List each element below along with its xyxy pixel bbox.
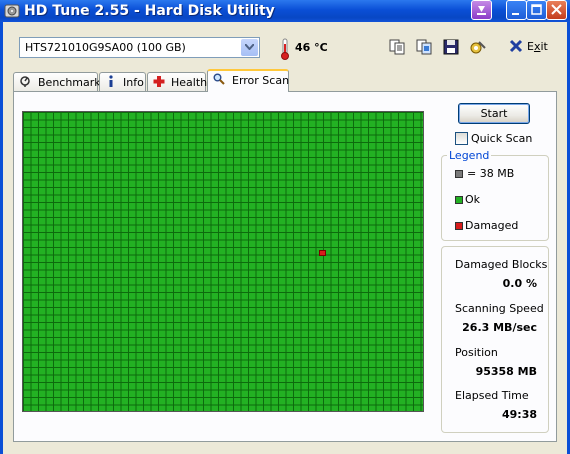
tab-error-scan[interactable]: Error Scan [207,69,289,92]
elapsed-time-value: 49:38 [501,408,537,421]
tray-button[interactable] [471,0,492,20]
tab-info[interactable]: Info [99,72,146,91]
scanning-speed-label: Scanning Speed [455,302,544,315]
position-value: 95358 MB [475,365,537,378]
damaged-blocks-value: 0.0 % [502,277,537,290]
start-button-label: Start [480,107,508,120]
window-frame-left [0,22,3,454]
stats-group [441,246,549,433]
tab-benchmark[interactable]: Benchmark [13,72,101,91]
quick-scan-checkbox[interactable] [455,132,468,145]
toolbar: HTS721010G9SA00 (100 GB) 46 °C Exit [3,22,567,72]
scan-block-map [22,111,424,412]
minimize-icon [512,13,519,15]
save-icon[interactable] [443,39,459,55]
window-title: HD Tune 2.55 - Hard Disk Utility [24,3,275,19]
tab-health[interactable]: Health [147,72,208,91]
app-disk-icon [4,4,20,18]
tab-error-scan-label: Error Scan [232,74,290,87]
close-button[interactable] [546,0,567,20]
ok-swatch [455,196,463,204]
maximize-icon [531,4,542,15]
copy-text-icon[interactable] [389,39,405,55]
options-icon[interactable] [470,39,486,55]
down-arrow-icon [477,6,486,15]
info-icon [109,75,113,87]
copy-screenshot-icon[interactable] [416,39,432,55]
minimize-button[interactable] [506,0,527,20]
tab-info-label: Info [123,76,144,89]
window-bottom [3,443,567,454]
block-size-swatch [455,170,463,178]
health-icon [153,76,165,87]
drive-dropdown-button[interactable] [241,39,258,56]
close-icon [551,4,562,15]
drive-select-value: HTS721010G9SA00 (100 GB) [25,41,186,54]
damaged-block [319,250,326,256]
magnifier-icon [213,73,225,85]
elapsed-time-label: Elapsed Time [455,389,529,402]
scanning-speed-value: 26.3 MB/sec [462,321,537,334]
legend-title: Legend [447,149,492,162]
damaged-blocks-label: Damaged Blocks [455,258,548,271]
thermometer-icon [281,38,289,60]
legend-ok: Ok [465,193,481,206]
tab-benchmark-label: Benchmark [38,76,101,89]
start-button[interactable]: Start [458,103,530,124]
drive-select[interactable]: HTS721010G9SA00 (100 GB) [19,37,260,58]
chevron-down-icon [245,44,254,50]
damaged-swatch [455,222,463,230]
exit-label: Exit [527,40,548,53]
title-bar[interactable]: HD Tune 2.55 - Hard Disk Utility [0,0,570,22]
exit-x-icon [509,39,523,53]
legend-block-size: = 38 MB [467,167,515,180]
maximize-button[interactable] [526,0,547,20]
quick-scan-label[interactable]: Quick Scan [471,132,532,145]
legend-damaged: Damaged [465,219,519,232]
temperature-readout: 46 °C [295,41,328,54]
benchmark-icon [20,76,30,87]
position-label: Position [455,346,498,359]
tab-health-label: Health [171,76,208,89]
